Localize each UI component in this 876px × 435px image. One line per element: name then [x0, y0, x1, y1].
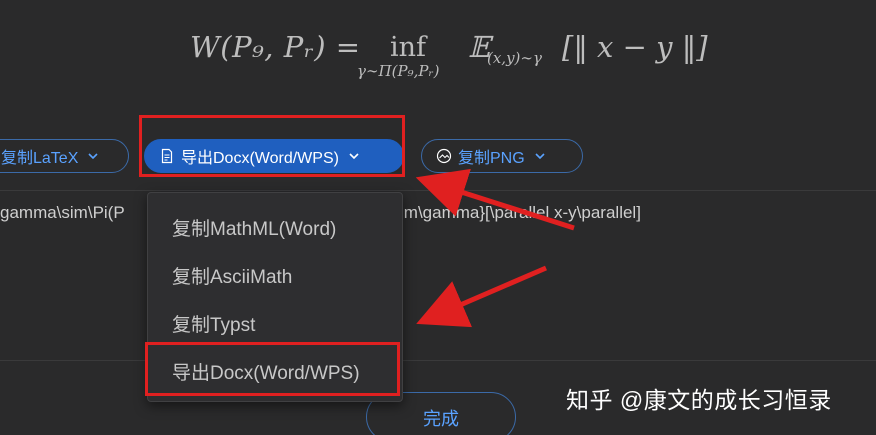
latex-source-text[interactable]: im\gamma}[\parallel x-y\parallel] — [400, 203, 641, 223]
latex-source-text[interactable]: gamma\sim\Pi(P — [0, 203, 125, 223]
watermark-text: 知乎 @康文的成长习恒录 — [566, 387, 832, 413]
formula-rhs: [‖ x − y ‖] — [562, 30, 708, 64]
chevron-down-icon — [533, 149, 547, 163]
copy-latex-button[interactable]: 复制LaTeX — [0, 139, 129, 173]
formula-lhs: W(P₉, Pᵣ) = — [190, 30, 361, 64]
app-screen: W(P₉, Pᵣ) = inf γ∼Π(P₉,Pᵣ) 𝔼 (x,y)∼γ [‖ … — [0, 0, 876, 435]
menu-item-copy-mathml[interactable]: 复制MathML(Word) — [172, 214, 336, 241]
menu-item-copy-typst[interactable]: 复制Typst — [172, 310, 255, 337]
formula-preview: W(P₉, Pᵣ) = inf γ∼Π(P₉,Pᵣ) 𝔼 (x,y)∼γ [‖ … — [190, 28, 710, 90]
document-icon — [159, 148, 175, 164]
copy-png-button[interactable]: 复制PNG — [421, 139, 583, 173]
done-label: 完成 — [423, 409, 459, 429]
divider — [0, 360, 876, 361]
menu-item-export-docx[interactable]: 导出Docx(Word/WPS) — [172, 358, 360, 385]
copy-latex-label: 复制LaTeX — [1, 150, 79, 167]
arrow-icon — [416, 265, 547, 328]
formula-inf-subscript: γ∼Π(P₉,Pᵣ) — [357, 62, 440, 80]
formula-expectation-subscript: (x,y)∼γ — [487, 49, 542, 67]
divider — [0, 190, 876, 191]
formula-inf: inf — [390, 32, 427, 63]
chevron-down-icon — [347, 149, 361, 163]
copy-png-label: 复制PNG — [458, 150, 525, 167]
menu-item-copy-asciimath[interactable]: 复制AsciiMath — [172, 262, 292, 289]
export-dropdown-menu: 复制MathML(Word) 复制AsciiMath 复制Typst 导出Doc… — [147, 192, 403, 402]
image-icon — [436, 148, 452, 164]
chevron-down-icon — [86, 149, 100, 163]
export-docx-button[interactable]: 导出Docx(Word/WPS) — [144, 139, 404, 173]
export-docx-label: 导出Docx(Word/WPS) — [181, 150, 339, 167]
